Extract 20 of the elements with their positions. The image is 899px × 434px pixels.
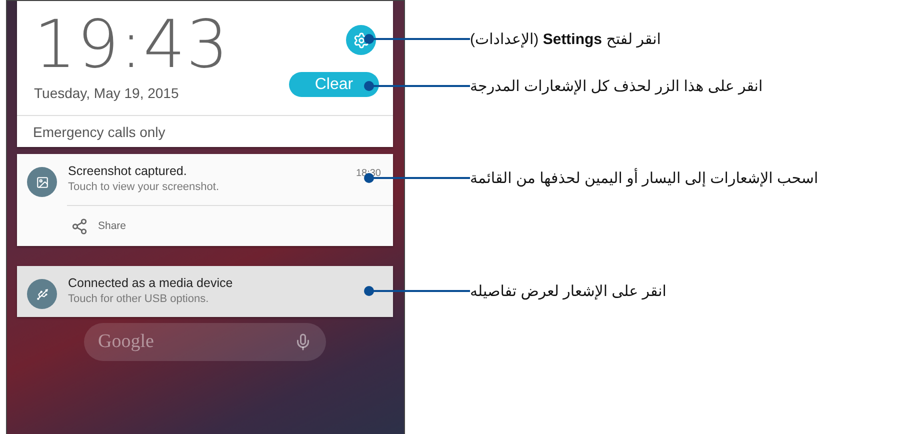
notification-title: Screenshot captured. [68, 164, 188, 178]
clock-time: 19:43 [34, 9, 230, 81]
picture-icon [36, 176, 48, 188]
settings-button[interactable] [346, 25, 376, 55]
notification-text: Touch to view your screenshot. [68, 181, 220, 193]
share-icon [71, 218, 88, 234]
share-button[interactable]: Share [67, 218, 126, 234]
notification-card[interactable]: Connected as a media device Touch for other USB options. [17, 266, 393, 317]
search-bar[interactable]: Google [84, 323, 326, 361]
search-placeholder: Google [98, 331, 154, 353]
microphone-icon [294, 333, 312, 351]
carrier-status: Emergency calls only [17, 115, 393, 147]
settings-icon [352, 32, 370, 48]
clock-date: Tuesday, May 19, 2015 [34, 85, 180, 101]
usb-icon [36, 288, 48, 300]
callout-text: اسحب الإشعارات إلى اليسار أو اليمين لحذفها من القائمة [470, 169, 818, 187]
notification-title: Connected as a media device [68, 276, 234, 290]
callout-text: انقر على الإشعار لعرض تفاصيله [470, 282, 666, 300]
callout-text: انقر على هذا الزر لحذف كل الإشعارات المدرجة [470, 77, 763, 95]
notification-text: Touch for other USB options. [68, 293, 210, 305]
